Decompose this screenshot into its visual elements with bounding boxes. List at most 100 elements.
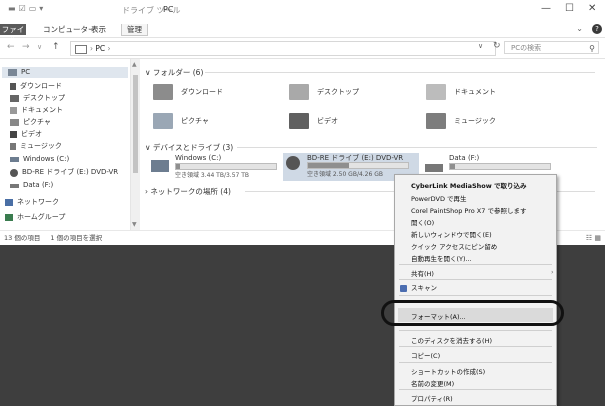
drive-icon [10, 183, 19, 188]
navigation-pane: PC ダウンロード デスクトップ ドキュメント ピクチャ ビデオ ミュージック … [0, 59, 140, 230]
nav-scrollbar[interactable]: ▲ ▼ [130, 59, 140, 230]
nav-item-homegroup[interactable]: ホームグループ [5, 212, 65, 223]
usage-fill [308, 163, 349, 168]
minimize-button[interactable]: — [541, 3, 551, 14]
folder-downloads[interactable]: ダウンロード [153, 79, 223, 105]
nav-item-pictures[interactable]: ピクチャ [10, 117, 51, 128]
usage-bar [307, 162, 409, 169]
menu-item-properties[interactable]: プロパティ(R) [411, 393, 453, 403]
menu-item-paintshop-browse[interactable]: Corel PaintShop Pro X7 で参照します [411, 205, 526, 215]
address-dropdown-icon[interactable]: ∨ [478, 42, 483, 50]
up-arrow-icon[interactable]: ↑ [52, 42, 60, 52]
folder-desktop[interactable]: デスクトップ [289, 79, 359, 105]
menu-item-open-new-window[interactable]: 新しいウィンドウで開く(E) [411, 229, 492, 239]
usage-bar [449, 163, 551, 170]
folder-documents[interactable]: ドキュメント [426, 79, 496, 105]
document-folder-icon [426, 84, 446, 100]
close-button[interactable]: ✕ [588, 3, 596, 14]
menu-separator [399, 279, 552, 280]
drive-icon [425, 164, 443, 172]
scroll-down-icon[interactable]: ▼ [132, 221, 137, 228]
window-title: PC [163, 5, 174, 14]
expand-ribbon-icon[interactable]: ⌄ [576, 24, 583, 33]
nav-item-network[interactable]: ネットワーク [5, 197, 59, 208]
menu-separator [399, 346, 552, 347]
network-icon [5, 199, 13, 206]
maximize-button[interactable]: ☐ [565, 3, 574, 14]
address-path: PC [95, 44, 106, 53]
nav-item-windows-c[interactable]: Windows (C:) [10, 154, 69, 165]
menu-item-copy[interactable]: コピー(C) [411, 350, 440, 360]
group-divider [205, 72, 595, 73]
free-space: 空き領域 2.50 GB/4.26 GB [307, 171, 383, 178]
nav-item-music[interactable]: ミュージック [10, 141, 62, 152]
address-bar[interactable]: › PC › [70, 41, 496, 56]
menu-separator [399, 330, 552, 331]
folders-group-header[interactable]: ∨ フォルダー (6) [145, 67, 600, 78]
properties-icon[interactable]: ☑ [19, 4, 26, 13]
video-folder-icon [289, 113, 309, 129]
selection-count: 1 個の項目を選択 [50, 234, 103, 242]
scroll-up-icon[interactable]: ▲ [132, 61, 137, 68]
tab-file[interactable]: ファイル [0, 24, 26, 45]
submenu-arrow-icon: › [551, 268, 554, 276]
menu-item-share[interactable]: 共有(H) › [411, 268, 554, 278]
menu-item-open[interactable]: 開く(O) [411, 217, 434, 227]
new-folder-icon[interactable]: ▭ [29, 4, 37, 13]
nav-item-bd-re-e[interactable]: BD-RE ドライブ (E:) DVD-VR [10, 167, 118, 178]
computer-icon [75, 44, 87, 54]
forward-arrow-icon[interactable]: → [22, 42, 30, 52]
customize-toolbar-icon[interactable]: ▾ [39, 4, 43, 13]
menu-item-create-shortcut[interactable]: ショートカットの作成(S) [411, 366, 485, 376]
menu-separator [399, 389, 552, 390]
video-icon [10, 131, 17, 138]
usage-fill [450, 164, 455, 169]
menu-item-rename[interactable]: 名前の変更(M) [411, 378, 454, 388]
menu-item-mediashow-import[interactable]: CyberLink MediaShow で取り込み [411, 180, 527, 190]
desktop-icon [10, 95, 19, 102]
nav-item-downloads[interactable]: ダウンロード [10, 81, 62, 92]
disc-icon [10, 168, 18, 177]
drive-windows-c[interactable]: Windows (C:) 空き領域 3.44 TB/3.57 TB [151, 154, 279, 180]
search-placeholder: PCの検索 [511, 44, 542, 52]
download-icon [10, 83, 16, 90]
folder-music[interactable]: ミュージック [426, 108, 496, 134]
nav-item-documents[interactable]: ドキュメント [10, 105, 63, 116]
usage-fill [176, 164, 180, 169]
computer-icon [8, 69, 17, 76]
scroll-thumb[interactable] [133, 75, 138, 173]
document-icon [10, 107, 17, 114]
nav-item-videos[interactable]: ビデオ [10, 129, 42, 140]
nav-item-desktop[interactable]: デスクトップ [10, 93, 65, 104]
search-icon: ⚲ [589, 44, 595, 53]
refresh-icon[interactable]: ↻ [493, 41, 501, 51]
drive-icon [10, 157, 19, 162]
picture-icon [10, 119, 19, 126]
free-space: 空き領域 3.44 TB/3.57 TB [175, 172, 250, 179]
recent-locations-icon[interactable]: ∨ [37, 43, 42, 51]
folder-pictures[interactable]: ピクチャ [153, 108, 209, 134]
format-callout-outline [381, 300, 564, 326]
ribbon-tabs: ファイル コンピューター 表示 管理 ⌄ ? [0, 22, 605, 45]
menu-item-erase-disc[interactable]: このディスクを消去する(H) [411, 335, 492, 345]
drive-name: Data (F:) [449, 154, 480, 162]
folder-videos[interactable]: ビデオ [289, 108, 338, 134]
menu-item-pin-quick-access[interactable]: クイック アクセスにピン留め [411, 241, 497, 251]
nav-item-data-f[interactable]: Data (F:) [10, 180, 53, 191]
search-input[interactable]: PCの検索 ⚲ [504, 41, 599, 54]
menu-separator [399, 362, 552, 363]
usage-bar [175, 163, 277, 170]
help-icon[interactable]: ? [592, 24, 602, 34]
tab-manage[interactable]: 管理 [121, 24, 148, 36]
drive-name: Windows (C:) [175, 154, 222, 162]
tab-view[interactable]: 表示 [86, 24, 111, 35]
devices-group-header[interactable]: ∨ デバイスとドライブ (3) [145, 142, 600, 153]
menu-item-autoplay[interactable]: 自動再生を開く(Y)... [411, 253, 472, 263]
menu-item-powerdvd-play[interactable]: PowerDVD で再生 [411, 193, 467, 203]
menu-item-scan[interactable]: スキャン [400, 282, 437, 292]
nav-item-pc[interactable]: PC [2, 67, 128, 78]
collapse-chevron-icon: ∨ [145, 68, 153, 77]
view-toggle-icons[interactable]: ☷ ▦ [586, 231, 601, 246]
back-arrow-icon[interactable]: ← [7, 42, 15, 52]
quick-access-toolbar: ▬ ☑ ▭ ▾ [8, 4, 43, 13]
